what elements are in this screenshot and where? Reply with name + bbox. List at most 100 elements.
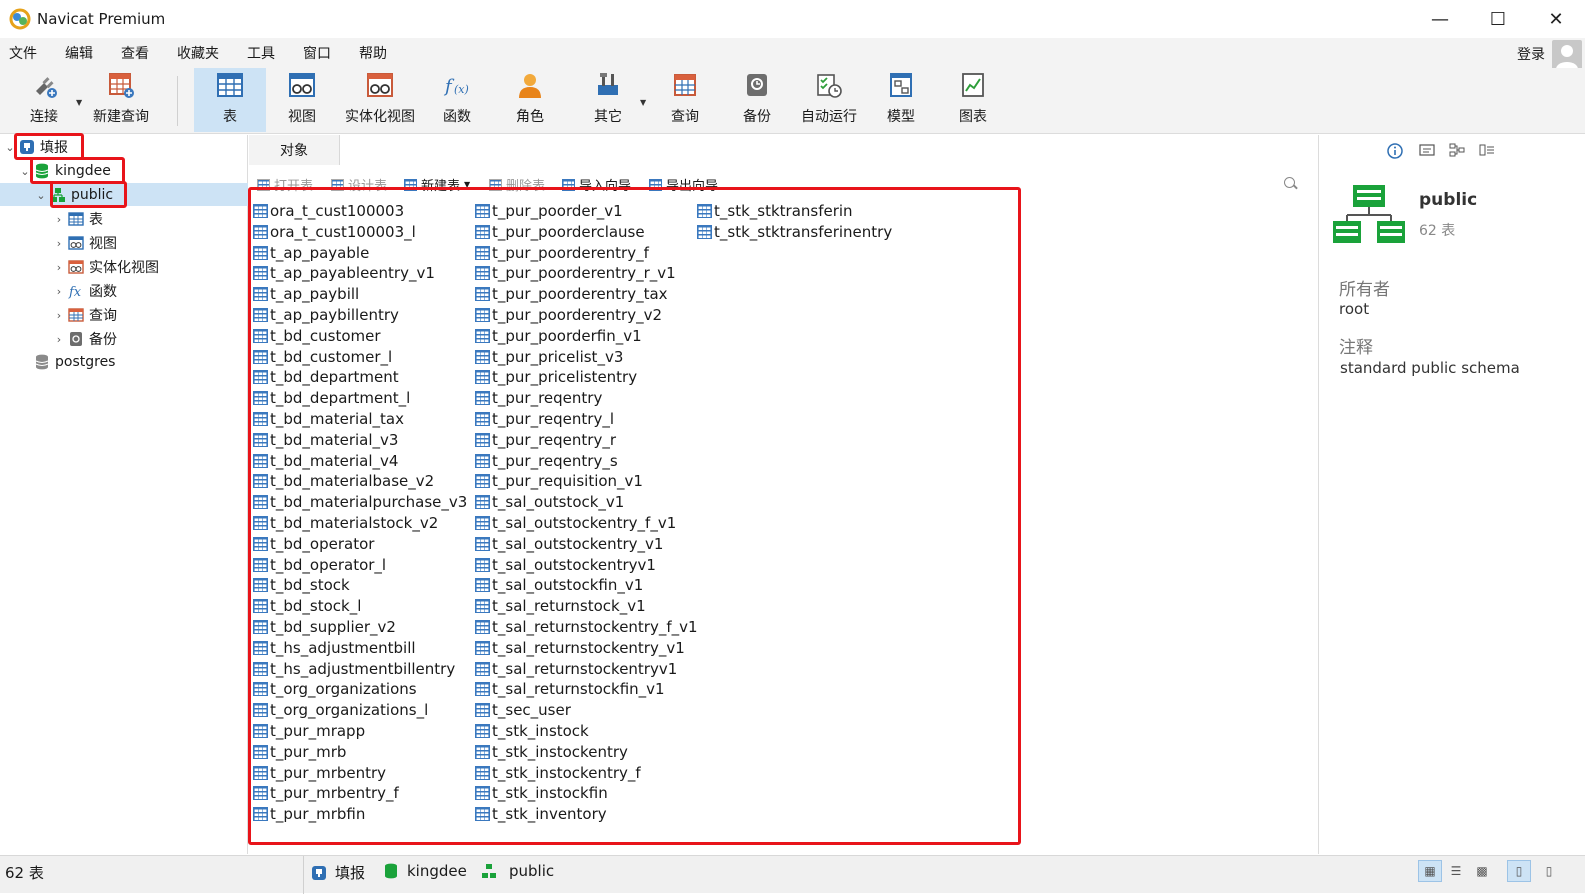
chevron-right-icon[interactable]: › [52, 261, 66, 274]
chevron-right-icon[interactable]: › [52, 309, 66, 322]
other-label: 其它 [594, 109, 622, 125]
role-button[interactable]: 角色 [505, 68, 555, 132]
query-icon [671, 71, 699, 99]
tree-item-functions[interactable]: › fx 函数 [52, 279, 117, 303]
tree-item-label: 函数 [89, 284, 117, 300]
comment-label: 注释 [1339, 338, 1373, 358]
tree-item-label: 查询 [89, 308, 117, 324]
avatar[interactable] [1552, 40, 1582, 70]
table-label: 表 [223, 109, 237, 125]
materialized-view-button[interactable]: 实体化视图 [340, 68, 420, 132]
model-label: 模型 [887, 109, 915, 125]
menu-tools[interactable]: 工具 [238, 43, 284, 63]
info-pane: public 62 表 所有者 root 注释 standard public … [1318, 135, 1585, 854]
menu-edit[interactable]: 编辑 [56, 43, 102, 63]
toggle-right-pane[interactable]: ▯ [1537, 860, 1561, 882]
menu-file[interactable]: 文件 [0, 43, 46, 63]
automation-button[interactable]: 自动运行 [796, 68, 862, 132]
toggle-left-pane[interactable]: ▯ [1507, 860, 1531, 882]
chart-button[interactable]: 图表 [948, 68, 998, 132]
materialized-view-icon [366, 71, 394, 99]
chevron-right-icon[interactable]: › [52, 237, 66, 250]
function-label: 函数 [443, 109, 471, 125]
tab-objects-label: 对象 [280, 143, 308, 159]
main-toolbar: 连接 ▼ 新建查询 表 视图 实体化视图 f (x) 函数 角色 其它 ▼ 查询 … [0, 68, 1585, 134]
plug-icon [30, 71, 58, 99]
chart-label: 图表 [959, 109, 987, 125]
chevron-right-icon[interactable]: › [52, 285, 66, 298]
tree-item-backups[interactable]: › 备份 [52, 327, 117, 351]
menu-view[interactable]: 查看 [112, 43, 158, 63]
close-button[interactable]: ✕ [1527, 0, 1585, 38]
chart-icon [959, 71, 987, 99]
schema-name: public [1419, 190, 1478, 210]
connect-label: 连接 [30, 109, 58, 125]
maximize-button[interactable]: ☐ [1469, 0, 1527, 38]
tree-item-label: 备份 [89, 332, 117, 348]
navicat-logo-icon [9, 8, 31, 30]
view-button[interactable]: 视图 [276, 68, 328, 132]
connect-button[interactable]: 连接 [24, 68, 64, 132]
tree-item-queries[interactable]: › 查询 [52, 303, 117, 327]
schema-table-count: 62 表 [1419, 223, 1456, 239]
new-query-button[interactable]: 新建查询 [90, 68, 152, 132]
search-icon[interactable] [1284, 177, 1295, 188]
model-button[interactable]: 模型 [876, 68, 926, 132]
login-link[interactable]: 登录 [1517, 44, 1545, 64]
object-pane: 对象 打开表 设计表 新建表 ▼ 删除表 导入向导 导出向导 ora_t_cust… [248, 135, 1317, 854]
other-button[interactable]: 其它 [583, 68, 633, 132]
tree-item-tables[interactable]: › 表 [52, 207, 103, 231]
svg-text:(x): (x) [454, 83, 469, 96]
status-database: kingdee [383, 862, 467, 880]
window-title: Navicat Premium [37, 10, 166, 28]
query-icon [68, 307, 84, 323]
comment-value: standard public schema [1340, 359, 1520, 377]
tab-objects[interactable]: 对象 [249, 135, 339, 165]
tree-database-label: postgres [55, 354, 116, 370]
menu-help[interactable]: 帮助 [350, 43, 396, 63]
tree-item-materialized-views[interactable]: › 实体化视图 [52, 255, 159, 279]
backup-button[interactable]: 备份 [732, 68, 782, 132]
info-icon[interactable] [1387, 143, 1403, 159]
role-label: 角色 [516, 109, 544, 125]
chevron-down-icon[interactable]: ▼ [76, 98, 82, 107]
detail-view-toggle[interactable]: ☰ [1444, 860, 1468, 882]
materialized-view-icon [68, 259, 84, 275]
list-view-toggle[interactable]: ▦ [1418, 860, 1442, 882]
automation-icon [815, 71, 843, 99]
view-icon [288, 71, 316, 99]
toolbar-divider [177, 76, 178, 126]
ddl-icon[interactable] [1419, 143, 1435, 157]
owner-value: root [1339, 300, 1370, 318]
menu-favorites[interactable]: 收藏夹 [168, 43, 228, 63]
function-icon: fx [68, 283, 84, 300]
tree-item-label: 表 [89, 212, 103, 228]
table-button[interactable]: 表 [194, 68, 266, 132]
preview-icon[interactable] [1479, 143, 1495, 157]
new-query-label: 新建查询 [93, 109, 149, 125]
database-icon [34, 354, 50, 370]
view-icon [68, 235, 84, 251]
function-button[interactable]: f (x) 函数 [432, 68, 482, 132]
chevron-down-icon[interactable]: ⌄ [34, 189, 48, 202]
grid-view-toggle[interactable]: ▩ [1470, 860, 1494, 882]
highlight-box [30, 157, 125, 184]
owner-label: 所有者 [1339, 280, 1390, 300]
chevron-right-icon[interactable]: › [52, 333, 66, 346]
database-icon [385, 863, 397, 879]
dependencies-icon[interactable] [1449, 143, 1465, 157]
status-count: 62 表 [5, 864, 44, 882]
schema-icon [482, 864, 496, 878]
tree-item-views[interactable]: › 视图 [52, 231, 117, 255]
tab-strip: 对象 [249, 135, 1317, 165]
query-button[interactable]: 查询 [660, 68, 710, 132]
tools-icon [594, 71, 622, 99]
schema-large-icon [1333, 183, 1405, 245]
menu-window[interactable]: 窗口 [294, 43, 340, 63]
tree-database-postgres[interactable]: postgres [18, 350, 115, 374]
chevron-down-icon[interactable]: ▼ [640, 98, 646, 107]
query-label: 查询 [671, 109, 699, 125]
highlight-box [14, 133, 84, 160]
chevron-right-icon[interactable]: › [52, 213, 66, 226]
minimize-button[interactable]: — [1411, 0, 1469, 38]
